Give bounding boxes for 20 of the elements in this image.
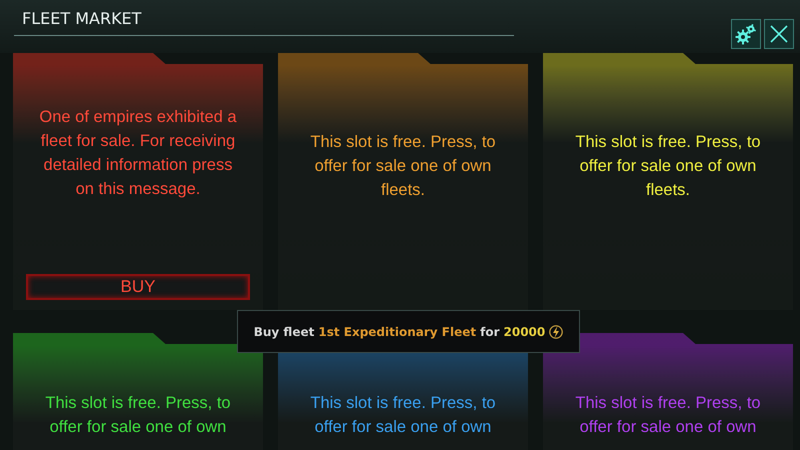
settings-button[interactable] xyxy=(731,19,761,49)
free-slot-card[interactable]: This slot is free. Press, to offer for sale one of own fleets. xyxy=(278,53,528,310)
slot-message: This slot is free. Press, to offer for sale one of own fleets. xyxy=(309,132,497,201)
price: 20000 xyxy=(504,324,546,338)
close-icon xyxy=(770,25,788,43)
tooltip-text: for xyxy=(480,324,500,338)
slot-message: This slot is free. Press, to offer for sale one of own xyxy=(44,393,232,438)
buy-button[interactable]: BUY xyxy=(26,274,250,300)
free-slot-card[interactable]: This slot is free. Press, to offer for sale one of own fleets. xyxy=(543,53,793,310)
settings-icon xyxy=(735,23,757,45)
lightning-icon xyxy=(549,324,564,340)
slot-message: This slot is free. Press, to offer for sale one of own fleets. xyxy=(574,132,762,201)
fleet-name: 1st Expeditionary Fleet xyxy=(318,324,476,338)
close-button[interactable] xyxy=(764,19,794,49)
slot-message: This slot is free. Press, to offer for sale one of own xyxy=(574,393,762,438)
free-slot-card[interactable]: This slot is free. Press, to offer for sale one of own xyxy=(543,333,793,450)
slot-message: This slot is free. Press, to offer for sale one of own xyxy=(309,393,497,438)
slot-message: One of empires exhibited a fleet for sale. For receiving detailed information press on this message. xyxy=(39,107,237,200)
window-title: FLEET MARKET xyxy=(22,9,142,28)
fleet-offer-card[interactable]: One of empires exhibited a fleet for sale. For receiving detailed information press on this message. BUY xyxy=(13,53,263,310)
